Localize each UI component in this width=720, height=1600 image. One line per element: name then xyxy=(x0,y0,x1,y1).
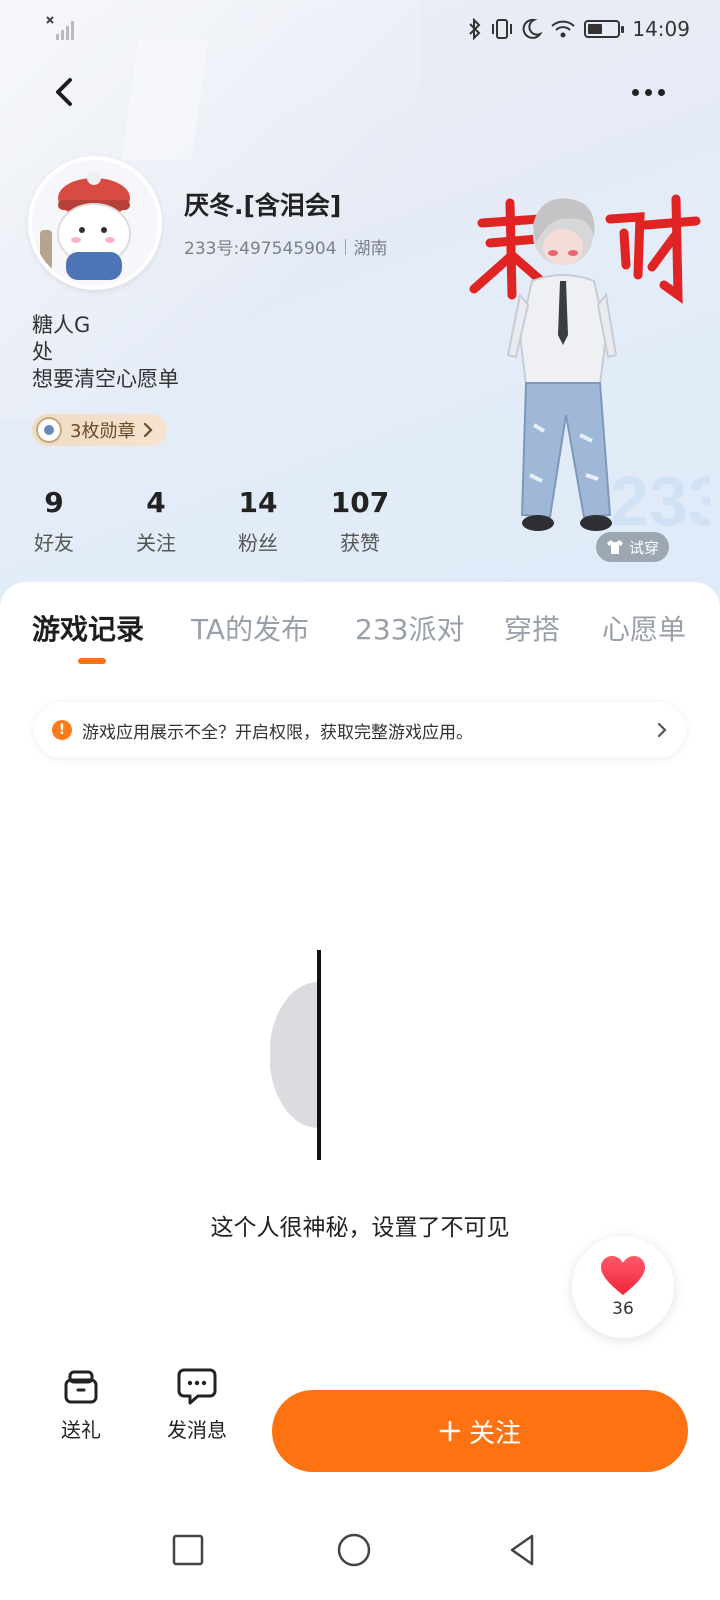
user-bio: 糖人G 处 想要清空心愿单 xyxy=(32,312,179,393)
more-options-button[interactable] xyxy=(626,76,670,108)
chevron-left-icon xyxy=(56,78,72,106)
circle-icon xyxy=(337,1533,371,1567)
tab-active-indicator xyxy=(78,658,106,664)
empty-state-illustration xyxy=(270,950,321,1160)
message-label: 发消息 xyxy=(167,1418,227,1442)
notice-text: 游戏应用展示不全？开启权限，获取完整游戏应用。 xyxy=(82,722,473,743)
like-button[interactable]: 36 xyxy=(572,1236,674,1338)
shirt-icon xyxy=(607,540,623,554)
tab-wishlist[interactable]: 心愿单 xyxy=(602,608,686,648)
try-on-button[interactable]: 试穿 xyxy=(596,532,670,562)
tab-game-records[interactable]: 游戏记录 xyxy=(32,608,144,648)
stat-fans[interactable]: 14 粉丝 xyxy=(232,486,284,556)
bluetooth-icon xyxy=(469,18,481,40)
follow-button[interactable]: 关注 xyxy=(272,1390,688,1472)
moon-icon xyxy=(523,18,543,39)
stat-likes-received[interactable]: 107 获赞 xyxy=(330,486,390,556)
medal-icon xyxy=(36,417,62,443)
permission-notice[interactable]: ! 游戏应用展示不全？开启权限，获取完整游戏应用。 xyxy=(34,702,686,758)
back-button[interactable] xyxy=(44,70,84,114)
vibrate-icon xyxy=(492,19,513,39)
bio-line: 想要清空心愿单 xyxy=(32,367,179,391)
message-button[interactable]: 发消息 xyxy=(152,1366,242,1443)
profile-stats: 9 好友 4 关注 14 粉丝 107 获赞 xyxy=(28,486,390,556)
avatar-character-image[interactable]: 233 xyxy=(460,185,710,555)
gift-button[interactable]: 送礼 xyxy=(36,1366,126,1443)
stat-label: 获赞 xyxy=(340,531,380,555)
plus-icon xyxy=(439,1420,461,1442)
back-nav-button[interactable] xyxy=(500,1528,544,1572)
user-meta: 233号:497545904 湖南 xyxy=(184,234,388,259)
follow-label: 关注 xyxy=(468,1418,521,1449)
badges-label: 3枚勋章 xyxy=(70,421,136,442)
system-navigation-bar xyxy=(0,1500,720,1600)
avatar[interactable] xyxy=(28,156,162,290)
chevron-right-icon xyxy=(144,422,154,438)
bottom-action-bar: 送礼 发消息 关注 xyxy=(0,1366,720,1476)
battery-icon xyxy=(584,20,625,38)
triangle-back-icon xyxy=(510,1534,534,1566)
square-icon xyxy=(172,1534,204,1566)
warning-icon: ! xyxy=(52,720,72,740)
try-on-label: 试穿 xyxy=(629,538,660,557)
stat-value: 9 xyxy=(44,486,64,519)
bio-line: 糖人G xyxy=(32,313,91,337)
recent-apps-button[interactable] xyxy=(166,1528,210,1572)
tab-outfits[interactable]: 穿搭 xyxy=(504,608,560,648)
chat-bubble-icon xyxy=(177,1368,217,1405)
status-time: 14:09 xyxy=(632,17,690,41)
user-nickname: 厌冬.[含泪会] xyxy=(184,191,342,220)
svg-text:233: 233 xyxy=(610,462,710,540)
stat-label: 关注 xyxy=(136,531,176,555)
stat-value: 107 xyxy=(330,486,390,519)
tab-233-party[interactable]: 233派对 xyxy=(355,608,464,648)
heart-icon xyxy=(601,1256,645,1295)
signal-off-icon xyxy=(46,16,74,40)
gift-label: 送礼 xyxy=(61,1418,101,1442)
tab-ta-posts[interactable]: TA的发布 xyxy=(191,608,309,648)
stat-friends[interactable]: 9 好友 xyxy=(28,486,80,556)
more-dots-icon xyxy=(631,88,639,96)
like-count: 36 xyxy=(612,1299,634,1319)
stat-label: 粉丝 xyxy=(238,531,278,555)
home-button[interactable] xyxy=(332,1528,376,1572)
stat-following[interactable]: 4 关注 xyxy=(130,486,182,556)
gift-icon xyxy=(64,1370,98,1404)
user-location: 湖南 xyxy=(353,239,388,259)
bio-line: 处 xyxy=(32,340,53,364)
avatar-illustration xyxy=(32,160,158,286)
stat-value: 14 xyxy=(238,486,278,519)
chevron-right-icon xyxy=(657,722,667,738)
badges-button[interactable]: 3枚勋章 xyxy=(32,414,168,446)
meta-divider xyxy=(344,238,346,255)
tab-bar: 游戏记录 TA的发布 233派对 穿搭 心愿单 xyxy=(0,582,720,672)
stat-label: 好友 xyxy=(34,531,74,555)
status-bar: 14:09 xyxy=(0,0,720,60)
user-id: 233号:497545904 xyxy=(184,239,337,259)
stat-value: 4 xyxy=(146,486,166,519)
wifi-icon xyxy=(551,20,576,38)
